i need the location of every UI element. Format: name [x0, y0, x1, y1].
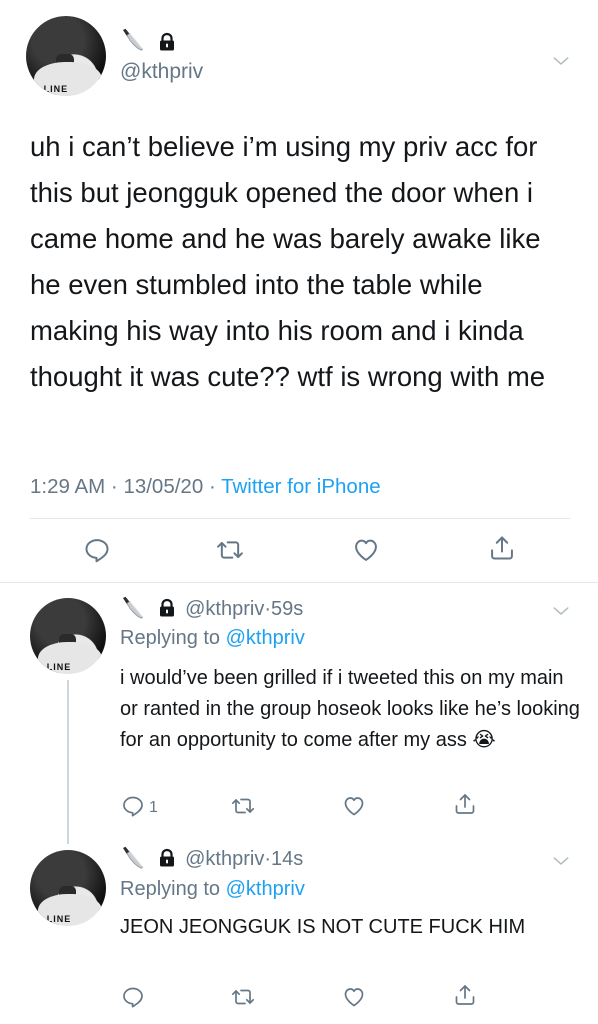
heart-icon[interactable] — [352, 536, 380, 564]
tweet-date[interactable]: 13/05/20 — [123, 475, 203, 498]
tweet-age[interactable]: 14s — [271, 848, 303, 870]
avatar-shirt-print: LINE — [46, 914, 72, 925]
username[interactable]: @kthpriv — [185, 848, 264, 870]
username[interactable]: @kthpriv — [185, 598, 264, 620]
knife-emoji-icon — [120, 28, 146, 52]
avatar-shirt-print: LINE — [46, 662, 72, 673]
retweet-icon[interactable] — [215, 536, 245, 564]
retweet-icon[interactable] — [230, 794, 256, 818]
tweet-source-link[interactable]: Twitter for iPhone — [221, 475, 381, 498]
dot-separator: · — [264, 848, 272, 870]
replying-to-label: Replying to — [120, 627, 226, 649]
replying-to-line: Replying to @kthpriv — [120, 627, 305, 650]
retweet-icon[interactable] — [230, 985, 256, 1009]
reply-icon[interactable] — [121, 794, 145, 818]
reply-header: @kthpriv·14s — [120, 846, 303, 871]
thread-line — [67, 680, 69, 844]
dot-separator: · — [264, 598, 272, 620]
avatar[interactable]: LINE — [26, 16, 106, 96]
share-icon[interactable] — [488, 534, 516, 562]
reply-text-block: i would’ve been grilled if i tweeted thi… — [120, 663, 580, 756]
loudly-crying-emoji: 😭 — [472, 729, 496, 751]
chevron-down-icon[interactable] — [552, 852, 570, 870]
chevron-down-icon[interactable] — [552, 602, 570, 620]
replying-to-label: Replying to — [120, 878, 226, 900]
meta-separator: · — [105, 475, 124, 498]
heart-icon[interactable] — [342, 985, 366, 1009]
replying-to-line: Replying to @kthpriv — [120, 878, 305, 901]
chevron-down-icon[interactable] — [552, 52, 570, 70]
username[interactable]: @kthpriv — [120, 60, 203, 84]
divider — [0, 582, 598, 583]
knife-emoji-icon — [120, 596, 146, 620]
reply-icon[interactable] — [121, 985, 145, 1009]
reply-text: JEON JEONGGUK IS NOT CUTE FUCK HIM — [120, 916, 526, 938]
reply-header: @kthpriv·59s — [120, 596, 303, 621]
avatar[interactable]: LINE — [30, 598, 106, 674]
reply-count: 1 — [149, 799, 158, 816]
replying-to-link[interactable]: @kthpriv — [226, 627, 305, 649]
replying-to-link[interactable]: @kthpriv — [226, 878, 305, 900]
reply-icon[interactable] — [83, 536, 111, 564]
tweet-meta: 1:29 AM · 13/05/20 · Twitter for iPhone — [30, 475, 381, 499]
share-icon[interactable] — [453, 792, 477, 816]
lock-icon — [158, 848, 176, 868]
lock-icon — [158, 598, 176, 618]
tweet-age[interactable]: 59s — [271, 598, 303, 620]
meta-separator: · — [203, 475, 222, 498]
lock-icon — [158, 32, 176, 52]
avatar-shirt-print: LINE — [43, 84, 69, 95]
heart-icon[interactable] — [342, 794, 366, 818]
reply-text: i would’ve been grilled if i tweeted thi… — [120, 667, 580, 751]
share-icon[interactable] — [453, 983, 477, 1007]
divider — [30, 518, 570, 519]
tweet-time[interactable]: 1:29 AM — [30, 475, 105, 498]
display-name[interactable] — [120, 28, 176, 56]
avatar[interactable]: LINE — [30, 850, 106, 926]
knife-emoji-icon — [120, 846, 146, 870]
tweet-text: uh i can’t believe i’m using my priv acc… — [30, 131, 546, 392]
